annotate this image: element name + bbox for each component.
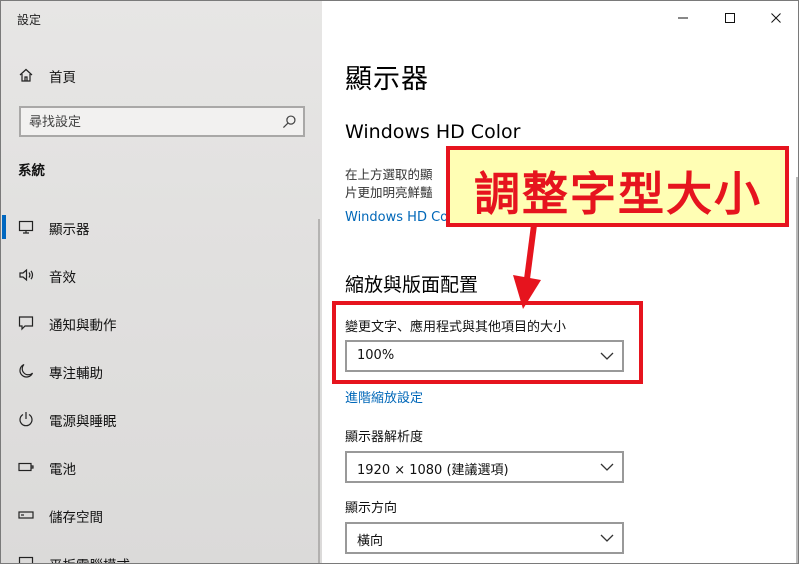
maximize-icon xyxy=(725,13,735,23)
search-box[interactable] xyxy=(19,106,305,137)
close-icon xyxy=(771,13,781,23)
maximize-button[interactable] xyxy=(719,7,741,29)
sidebar-item-label: 平板電腦模式 xyxy=(49,554,130,563)
hd-color-heading: Windows HD Color xyxy=(345,121,521,143)
sidebar-item-home[interactable]: 首頁 xyxy=(1,55,322,95)
sidebar-item-sound[interactable]: 音效 xyxy=(1,255,322,295)
sidebar-item-label: 首頁 xyxy=(49,70,76,86)
chevron-down-icon xyxy=(600,534,614,542)
search-input[interactable] xyxy=(29,113,269,131)
annotation-highlight-box xyxy=(332,301,643,384)
sidebar-item-label: 電源與睡眠 xyxy=(49,414,117,430)
sidebar-item-storage[interactable]: 儲存空間 xyxy=(1,495,322,535)
resolution-dropdown[interactable]: 1920 × 1080 (建議選項) xyxy=(345,451,624,483)
hd-color-settings-link[interactable]: Windows HD Co xyxy=(345,210,448,225)
storage-icon xyxy=(18,507,34,523)
orientation-label: 顯示方向 xyxy=(345,501,398,516)
settings-window: 設定 首頁 系統 顯示器 音效 xyxy=(0,0,799,564)
sidebar-item-notifications[interactable]: 通知與動作 xyxy=(1,303,322,343)
sidebar-item-label: 專注輔助 xyxy=(49,366,103,382)
sidebar: 設定 首頁 系統 顯示器 音效 xyxy=(1,1,322,563)
content-pane: 顯示器 Windows HD Color 在上方選取的顯 片更加明亮鮮豔 Win… xyxy=(322,1,798,563)
section-label: 系統 xyxy=(18,163,45,179)
sidebar-item-label: 顯示器 xyxy=(49,222,90,238)
sidebar-item-label: 音效 xyxy=(49,270,76,286)
sidebar-item-power[interactable]: 電源與睡眠 xyxy=(1,399,322,439)
annotation-callout: 調整字型大小 xyxy=(446,146,789,227)
sidebar-item-display[interactable]: 顯示器 xyxy=(1,207,322,247)
sidebar-item-label: 通知與動作 xyxy=(49,318,117,334)
annotation-callout-text: 調整字型大小 xyxy=(474,167,762,221)
page-title: 顯示器 xyxy=(345,64,429,95)
speaker-icon xyxy=(18,267,34,283)
sidebar-item-focus-assist[interactable]: 專注輔助 xyxy=(1,351,322,391)
app-title: 設定 xyxy=(17,13,42,27)
resolution-label: 顯示器解析度 xyxy=(345,430,424,445)
resolution-dropdown-value: 1920 × 1080 (建議選項) xyxy=(357,463,509,478)
sidebar-item-battery[interactable]: 電池 xyxy=(1,447,322,487)
power-icon xyxy=(18,411,34,427)
moon-icon xyxy=(18,363,34,379)
minimize-button[interactable] xyxy=(672,7,694,29)
annotation-arrow-icon xyxy=(513,224,541,309)
chevron-down-icon xyxy=(600,463,614,471)
minimize-icon xyxy=(678,17,688,19)
close-button[interactable] xyxy=(765,7,787,29)
scale-layout-heading: 縮放與版面配置 xyxy=(345,274,479,296)
battery-icon xyxy=(18,459,34,475)
sidebar-scrollbar[interactable] xyxy=(318,219,320,563)
search-icon[interactable] xyxy=(282,114,297,129)
sidebar-item-label: 電池 xyxy=(49,462,76,478)
notification-icon xyxy=(18,315,34,331)
advanced-scaling-link[interactable]: 進階縮放設定 xyxy=(345,387,423,406)
home-icon xyxy=(18,67,34,83)
sidebar-item-label: 儲存空間 xyxy=(49,510,103,526)
sidebar-item-tablet-mode[interactable]: 平板電腦模式 xyxy=(1,543,322,563)
orientation-dropdown-value: 橫向 xyxy=(357,534,384,549)
tablet-icon xyxy=(18,555,34,563)
content-scrollbar[interactable] xyxy=(796,177,798,563)
orientation-dropdown[interactable]: 橫向 xyxy=(345,522,624,554)
monitor-icon xyxy=(18,219,34,235)
